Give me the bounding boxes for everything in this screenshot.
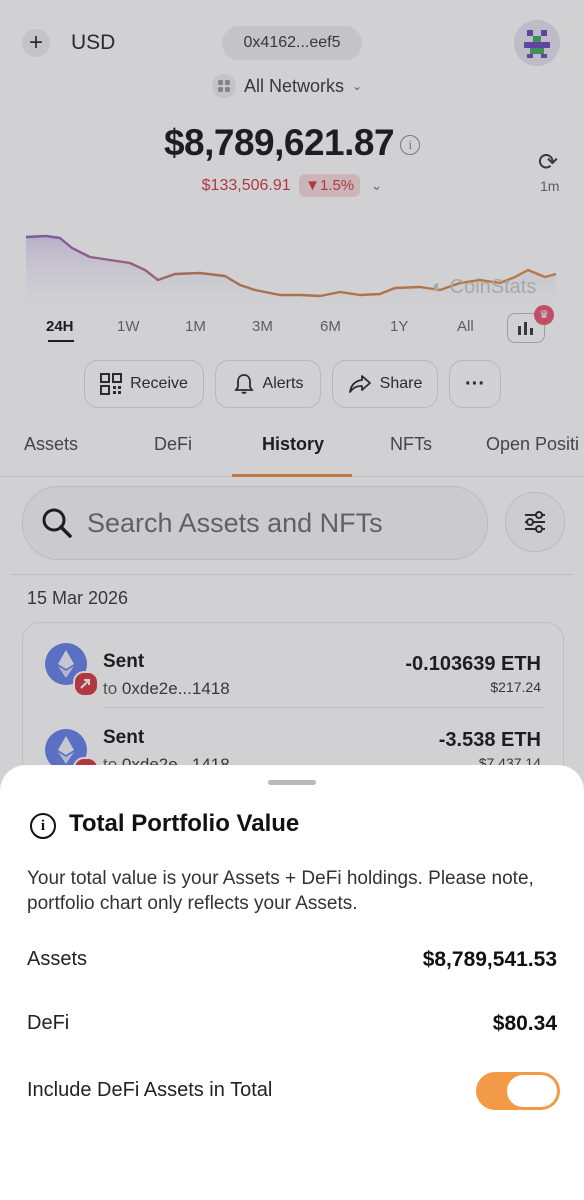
sheet-grabber[interactable] (268, 780, 316, 785)
include-defi-label: Include DeFi Assets in Total (27, 1079, 273, 1101)
sheet-description: Your total value is your Assets + DeFi h… (27, 868, 534, 914)
portfolio-screen: + USD 0x4162...eef5 All Networks ⌄ $8,78… (0, 0, 584, 1200)
defi-label: DeFi (27, 1012, 70, 1034)
assets-label: Assets (27, 948, 88, 970)
assets-value: $8,789,541.53 (422, 948, 557, 971)
toggle-knob (507, 1075, 557, 1107)
info-icon: i (30, 813, 56, 839)
include-defi-toggle[interactable] (476, 1072, 560, 1110)
defi-value: $80.34 (492, 1012, 557, 1035)
sheet-title: Total Portfolio Value (69, 810, 300, 837)
